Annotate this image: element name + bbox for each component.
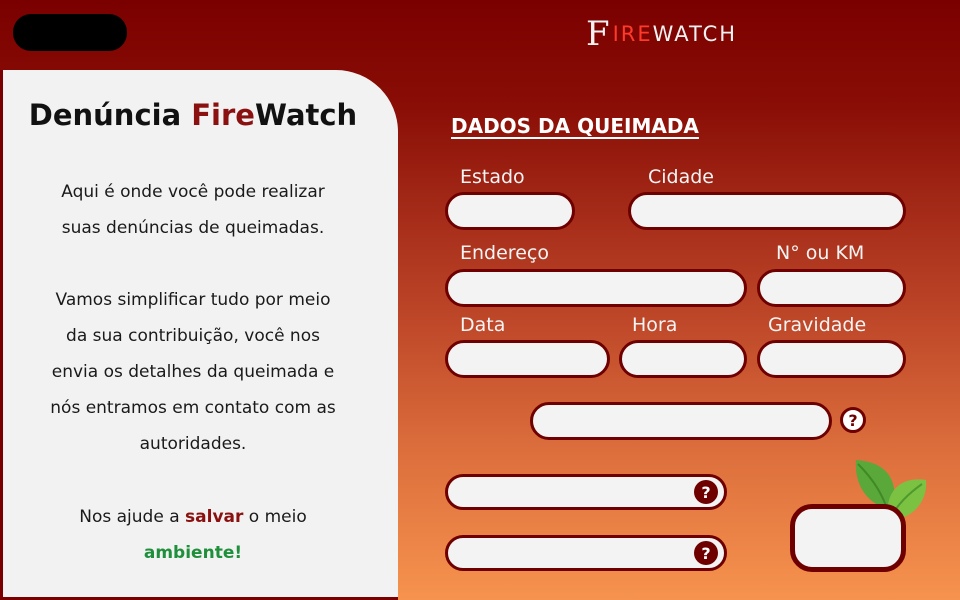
- panel-cta: Nos ajude a salvar o meio ambiente!: [17, 499, 369, 571]
- top-left-pill[interactable]: [13, 14, 127, 51]
- label-cidade: Cidade: [648, 166, 714, 188]
- section-title: DADOS DA QUEIMADA: [451, 114, 699, 138]
- help-icon[interactable]: ?: [694, 541, 718, 565]
- numero-field[interactable]: [757, 269, 906, 307]
- endereco-field[interactable]: [445, 269, 747, 307]
- panel-title-part2: Watch: [254, 98, 358, 132]
- cta-salvar: salvar: [185, 507, 244, 527]
- gravidade-field[interactable]: [757, 340, 906, 378]
- cta-ambiente: ambiente!: [143, 543, 243, 563]
- label-gravidade: Gravidade: [768, 314, 867, 336]
- option-field-1[interactable]: [445, 474, 727, 510]
- logo-flame-f: F: [586, 14, 612, 54]
- cta-post: o meio: [243, 507, 307, 527]
- panel-cta-line: Nos ajude a salvar o meio: [17, 499, 369, 535]
- label-hora: Hora: [632, 314, 678, 336]
- label-data: Data: [460, 314, 506, 336]
- hora-field[interactable]: [619, 340, 747, 378]
- panel-title: Denúncia FireWatch: [3, 98, 383, 132]
- extra-field[interactable]: [530, 402, 832, 440]
- label-numero: N° ou KM: [776, 242, 865, 264]
- info-panel: Denúncia FireWatch Aqui é onde você pode…: [0, 70, 398, 600]
- label-endereco: Endereço: [460, 242, 549, 264]
- logo-ire: IRE: [612, 22, 653, 46]
- panel-body-line: da sua contribuição, você nos: [66, 326, 320, 346]
- panel-body: Vamos simplificar tudo por meio da sua c…: [17, 282, 369, 462]
- panel-intro: Aqui é onde você pode realizar suas denú…: [17, 174, 369, 246]
- submit-button[interactable]: [790, 504, 906, 572]
- data-field[interactable]: [445, 340, 610, 378]
- option-field-2[interactable]: [445, 535, 727, 571]
- panel-body-line: envia os detalhes da queimada e: [51, 362, 335, 382]
- cta-pre: Nos ajude a: [79, 507, 186, 527]
- help-icon[interactable]: ?: [840, 407, 866, 433]
- label-estado: Estado: [460, 166, 525, 188]
- help-icon[interactable]: ?: [694, 480, 718, 504]
- cidade-field[interactable]: [628, 192, 906, 230]
- panel-body-line: Vamos simplificar tudo por meio: [55, 290, 331, 310]
- panel-title-accent: Fire: [191, 98, 255, 132]
- panel-intro-line: Aqui é onde você pode realizar: [61, 182, 325, 202]
- panel-body-line: nós entramos em contato com as: [50, 398, 336, 418]
- logo-watch: WATCH: [652, 22, 738, 46]
- estado-field[interactable]: [445, 192, 575, 230]
- panel-title-part1: Denúncia: [28, 98, 192, 132]
- firewatch-logo: F IRE WATCH: [586, 12, 737, 56]
- panel-body-line: autoridades.: [139, 434, 247, 454]
- panel-intro-line: suas denúncias de queimadas.: [61, 218, 325, 238]
